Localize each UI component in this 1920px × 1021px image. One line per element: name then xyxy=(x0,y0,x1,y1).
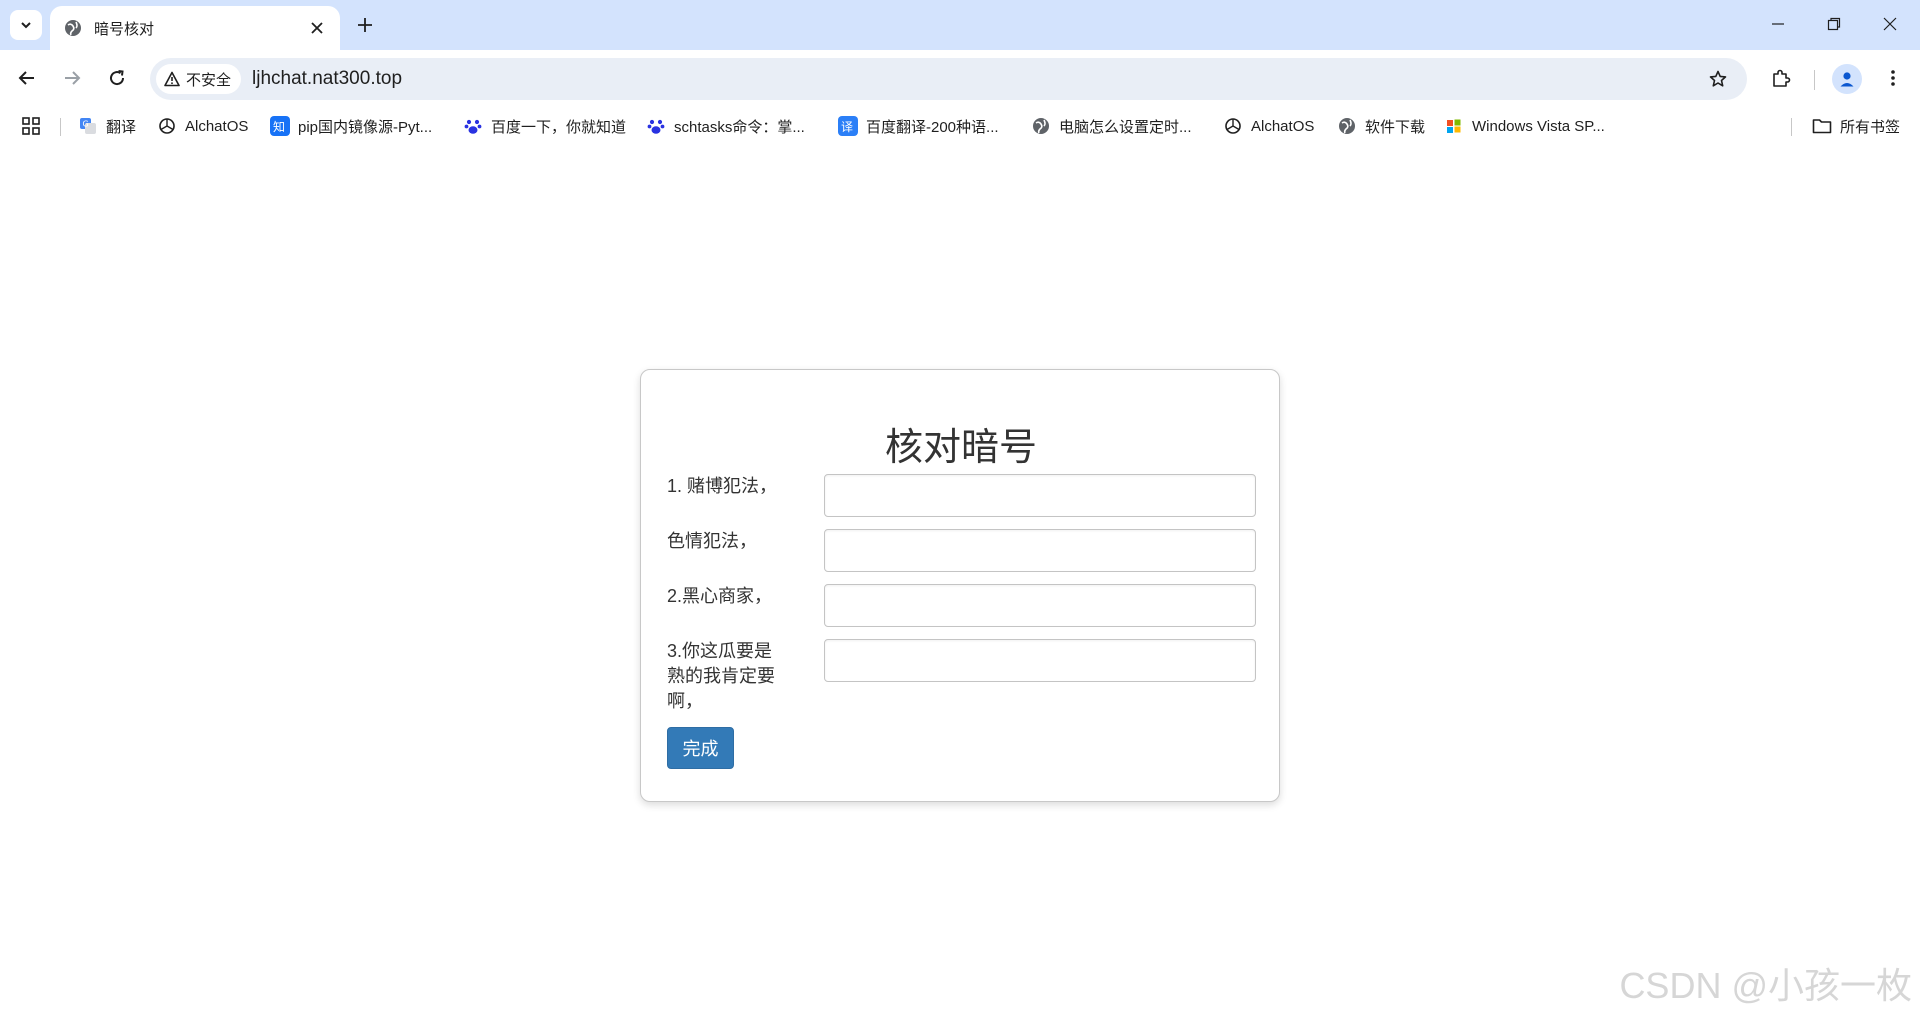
bookmark-label: 翻译 xyxy=(106,118,137,136)
minimize-button[interactable] xyxy=(1755,6,1801,42)
bookmarks-divider xyxy=(60,118,61,136)
close-icon xyxy=(1883,17,1897,31)
bookmark-label: AlchatOS xyxy=(1251,117,1315,135)
tab-title: 暗号核对 xyxy=(94,20,155,38)
google-translate-icon: G xyxy=(78,116,98,136)
answer-input-2[interactable] xyxy=(824,529,1256,572)
url-text[interactable]: ljhchat.nat300.top xyxy=(252,58,402,100)
minimize-icon xyxy=(1772,23,1784,25)
bookmark-label: 百度一下，你就知道 xyxy=(491,118,627,136)
new-tab-button[interactable] xyxy=(350,12,380,38)
windows-icon xyxy=(1444,116,1464,136)
answer-input-3[interactable] xyxy=(824,584,1256,627)
chevron-down-icon xyxy=(21,22,31,29)
answer-input-1[interactable] xyxy=(824,474,1256,517)
bookmarks-divider xyxy=(1791,118,1792,136)
page-title: 核对暗号 xyxy=(884,427,1037,469)
extensions-button[interactable] xyxy=(1763,60,1799,96)
svg-text:译: 译 xyxy=(841,120,853,134)
verification-card: 核对暗号 1. 赌博犯法， 色情犯法， 2.黑心商家， 3.你这瓜要是熟的我肯定… xyxy=(640,369,1280,802)
all-bookmarks-button[interactable]: 所有书签 xyxy=(1812,112,1900,140)
folder-icon xyxy=(1812,116,1832,136)
globe-icon xyxy=(1031,116,1051,136)
bookmark-label: AlchatOS xyxy=(185,117,249,135)
bookmark-star-button[interactable] xyxy=(1703,64,1733,94)
close-window-button[interactable] xyxy=(1867,6,1913,42)
bookmark-item[interactable]: 百度一下，你就知道 xyxy=(463,112,626,140)
plus-icon xyxy=(358,18,372,32)
profile-avatar[interactable] xyxy=(1832,64,1862,94)
question-label-3: 2.黑心商家， xyxy=(667,586,773,606)
bookmark-label: 软件下载 xyxy=(1365,118,1426,136)
svg-text:知: 知 xyxy=(273,120,285,134)
answer-input-4[interactable] xyxy=(824,639,1256,682)
apps-button[interactable] xyxy=(21,112,41,140)
arrow-right-icon xyxy=(65,71,81,85)
openai-icon xyxy=(1223,116,1243,136)
bookmark-item[interactable]: schtasks命令：掌... xyxy=(646,112,805,140)
bookmark-label: schtasks命令：掌... xyxy=(674,118,805,136)
question-label-2: 色情犯法， xyxy=(667,531,757,551)
reload-icon xyxy=(110,70,125,86)
close-tab-icon[interactable] xyxy=(306,17,328,39)
puzzle-icon xyxy=(1773,69,1791,87)
bookmarks-bar: G 翻译 AlchatOS 知 pip国内镜像源-Pyt... 百度一下，你就知… xyxy=(0,108,1920,144)
svg-text:G: G xyxy=(83,120,89,129)
question-label-1: 1. 赌博犯法， xyxy=(667,476,778,496)
back-button[interactable] xyxy=(9,60,45,96)
bookmark-item[interactable]: Windows Vista SP... xyxy=(1444,112,1605,140)
bookmark-label: 电脑怎么设置定时... xyxy=(1059,118,1192,136)
bookmark-label: 百度翻译-200种语... xyxy=(866,118,999,136)
baidu-paw-icon xyxy=(646,116,666,136)
warning-icon xyxy=(164,71,180,87)
bookmark-item[interactable]: 译 百度翻译-200种语... xyxy=(838,112,999,140)
star-icon xyxy=(1709,70,1727,87)
bookmark-item[interactable]: AlchatOS xyxy=(157,112,248,140)
person-icon xyxy=(1840,72,1854,87)
menu-button[interactable] xyxy=(1875,60,1911,96)
globe-icon xyxy=(65,20,81,36)
bookmark-item[interactable]: AlchatOS xyxy=(1223,112,1314,140)
bookmark-item[interactable]: 知 pip国内镜像源-Pyt... xyxy=(270,112,432,140)
address-bar[interactable]: 不安全 ljhchat.nat300.top xyxy=(150,58,1747,100)
security-label: 不安全 xyxy=(186,71,232,89)
bookmark-item[interactable]: 软件下载 xyxy=(1337,112,1425,140)
bookmark-label: pip国内镜像源-Pyt... xyxy=(298,118,433,136)
openai-icon xyxy=(157,116,177,136)
zhihu-icon: 知 xyxy=(270,116,290,136)
apps-grid-icon xyxy=(22,117,40,135)
globe-icon xyxy=(1337,116,1357,136)
baidu-paw-icon xyxy=(463,116,483,136)
browser-toolbar: 不安全 ljhchat.nat300.top xyxy=(0,50,1920,108)
toolbar-divider xyxy=(1814,70,1815,90)
bookmark-item[interactable]: 电脑怎么设置定时... xyxy=(1031,112,1192,140)
csdn-watermark: CSDN @小孩一枚 xyxy=(1619,965,1912,1006)
submit-button[interactable]: 完成 xyxy=(667,727,734,769)
active-tab[interactable]: 暗号核对 xyxy=(50,6,340,50)
all-bookmarks-label: 所有书签 xyxy=(1840,118,1901,136)
tab-strip: 暗号核对 xyxy=(0,0,1920,50)
restore-button[interactable] xyxy=(1811,6,1857,42)
question-label-4: 3.你这瓜要是熟的我肯定要啊， xyxy=(667,641,775,711)
bookmark-label: Windows Vista SP... xyxy=(1472,117,1605,135)
kebab-menu-icon xyxy=(1891,70,1895,86)
bookmark-item[interactable]: G 翻译 xyxy=(78,112,136,140)
arrow-left-icon xyxy=(18,71,34,85)
reload-button[interactable] xyxy=(99,60,135,96)
restore-icon xyxy=(1827,17,1841,31)
forward-button[interactable] xyxy=(54,60,90,96)
tab-search-button[interactable] xyxy=(10,10,42,40)
baidu-translate-icon: 译 xyxy=(838,116,858,136)
security-indicator[interactable]: 不安全 xyxy=(156,64,242,94)
